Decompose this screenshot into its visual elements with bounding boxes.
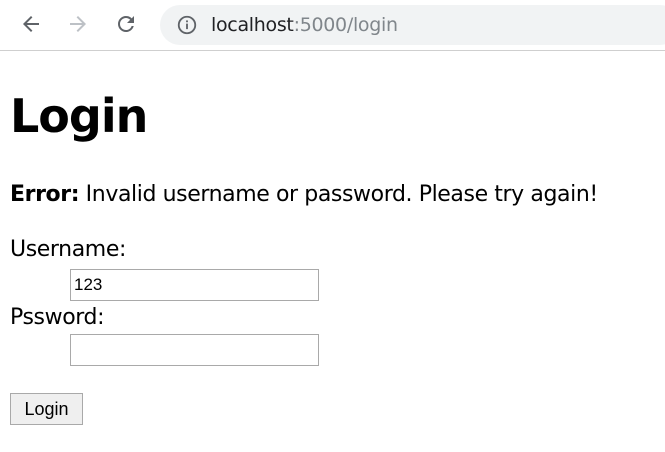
browser-toolbar: localhost:5000/login: [0, 0, 665, 51]
password-label: Pssword:: [10, 305, 105, 330]
error-text: Invalid username or password. Please try…: [79, 182, 599, 207]
forward-arrow-icon: [70, 16, 86, 32]
back-arrow-icon: [23, 16, 39, 32]
url-text[interactable]: localhost:5000/login: [211, 13, 398, 37]
back-button[interactable]: [15, 8, 47, 40]
page-title: Login: [10, 89, 148, 143]
username-label: Username:: [10, 237, 126, 262]
login-button[interactable]: Login: [10, 393, 83, 425]
error-message: Error: Invalid username or password. Ple…: [10, 180, 598, 210]
url-path: :5000/login: [293, 14, 398, 36]
error-label: Error:: [10, 182, 80, 207]
forward-button[interactable]: [62, 8, 94, 40]
url-host: localhost: [211, 14, 294, 36]
reload-icon: [118, 15, 134, 32]
password-field[interactable]: [70, 334, 319, 366]
username-field[interactable]: [70, 269, 319, 301]
address-bar[interactable]: localhost:5000/login: [160, 5, 665, 45]
reload-button[interactable]: [110, 8, 142, 40]
info-icon[interactable]: [176, 14, 198, 36]
